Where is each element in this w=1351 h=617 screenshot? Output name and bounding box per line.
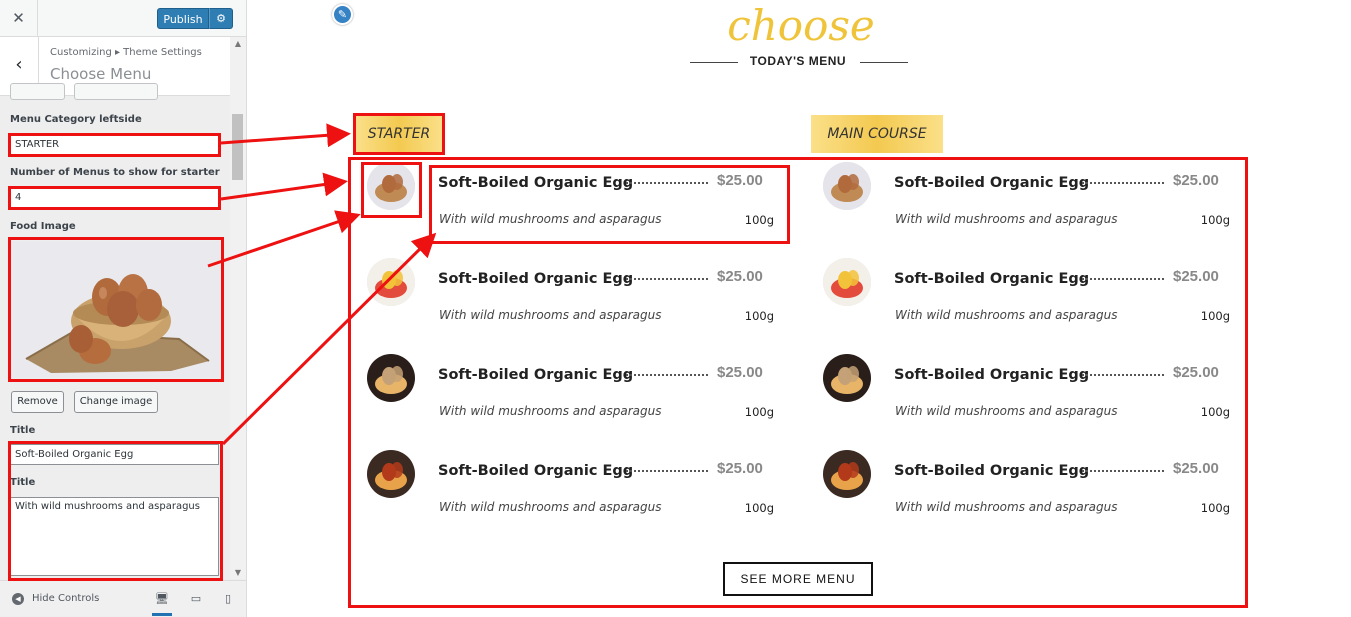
food-description: With wild mushrooms and asparagus <box>895 500 1118 514</box>
customizer-topbar: ✕ Publish ⚙ <box>0 0 246 37</box>
food-description: With wild mushrooms and asparagus <box>895 308 1118 322</box>
tablet-icon[interactable]: ▭ <box>186 592 206 605</box>
food-title: Soft-Boiled Organic Egg <box>894 463 1090 479</box>
scroll-down-icon[interactable]: ▼ <box>230 568 246 577</box>
food-weight: 100g <box>1200 213 1230 227</box>
food-weight: 100g <box>744 405 774 419</box>
category-tab-starter[interactable]: STARTER <box>356 115 442 153</box>
heading-divider-left <box>690 62 738 63</box>
category-tab-main-course[interactable]: MAIN COURSE <box>811 115 943 153</box>
food-thumbnail <box>367 450 415 498</box>
gear-icon[interactable]: ⚙ <box>209 8 233 29</box>
todays-menu-subheading: TODAY'S MENU <box>749 54 847 68</box>
desktop-icon[interactable]: 🖥 <box>152 592 172 616</box>
food-thumbnail <box>823 354 871 402</box>
price-leader-dots <box>626 374 708 376</box>
food-description: With wild mushrooms and asparagus <box>895 212 1118 226</box>
food-thumbnail <box>367 258 415 306</box>
customizer-sidebar: ✕ Publish ⚙ ‹ Customizing ▸ Theme Settin… <box>0 0 247 617</box>
food-price: $25.00 <box>717 268 763 285</box>
food-title: Soft-Boiled Organic Egg <box>438 271 634 287</box>
food-price: $25.00 <box>717 172 763 189</box>
food-title: Soft-Boiled Organic Egg <box>894 367 1090 383</box>
food-image-label: Food Image <box>10 221 76 232</box>
food-title: Soft-Boiled Organic Egg <box>894 175 1090 191</box>
food-price: $25.00 <box>717 364 763 381</box>
partial-button[interactable] <box>10 83 65 100</box>
see-more-menu-button[interactable]: SEE MORE MENU <box>723 562 873 596</box>
price-leader-dots <box>626 470 708 472</box>
food-description: With wild mushrooms and asparagus <box>439 500 662 514</box>
title-label: Title <box>10 425 36 436</box>
mobile-icon[interactable]: ▯ <box>218 592 238 605</box>
food-thumbnail <box>823 162 871 210</box>
sidebar-scrollbar[interactable]: ▲ ▼ <box>230 37 246 579</box>
price-leader-dots <box>1082 278 1164 280</box>
scroll-up-icon[interactable]: ▲ <box>230 39 246 48</box>
food-thumbnail <box>823 450 871 498</box>
change-image-button[interactable]: Change image <box>74 391 158 413</box>
hide-controls-button[interactable]: Hide Controls <box>32 593 99 604</box>
food-description: With wild mushrooms and asparagus <box>895 404 1118 418</box>
food-price: $25.00 <box>1173 364 1219 381</box>
num-menus-input[interactable]: 4 <box>10 188 219 208</box>
food-title: Soft-Boiled Organic Egg <box>438 463 634 479</box>
price-leader-dots <box>1082 470 1164 472</box>
egg-bowl-illustration <box>11 241 220 378</box>
hide-controls-icon[interactable]: ◀ <box>12 593 24 605</box>
food-weight: 100g <box>744 213 774 227</box>
food-weight: 100g <box>1200 405 1230 419</box>
menu-category-input[interactable]: STARTER <box>10 135 219 155</box>
menu-category-label: Menu Category leftside <box>10 114 142 125</box>
food-description: With wild mushrooms and asparagus <box>439 404 662 418</box>
food-price: $25.00 <box>1173 460 1219 477</box>
food-thumbnail <box>367 162 415 210</box>
close-icon[interactable]: ✕ <box>0 0 38 36</box>
food-price: $25.00 <box>717 460 763 477</box>
price-leader-dots <box>626 182 708 184</box>
section-title: Choose Menu <box>50 65 152 83</box>
customizer-footer: ◀ Hide Controls 🖥 ▭ ▯ <box>0 580 246 617</box>
price-leader-dots <box>1082 182 1164 184</box>
partial-button[interactable] <box>74 83 158 100</box>
breadcrumb: Customizing ▸ Theme Settings <box>50 47 202 58</box>
food-weight: 100g <box>744 309 774 323</box>
food-price: $25.00 <box>1173 172 1219 189</box>
description-textarea[interactable]: With wild mushrooms and asparagus <box>10 497 219 576</box>
food-thumbnail <box>823 258 871 306</box>
food-thumbnail <box>367 354 415 402</box>
food-title: Soft-Boiled Organic Egg <box>438 175 634 191</box>
food-description: With wild mushrooms and asparagus <box>439 212 662 226</box>
food-weight: 100g <box>1200 501 1230 515</box>
edit-pencil-icon[interactable]: ✎ <box>332 4 353 25</box>
food-title: Soft-Boiled Organic Egg <box>894 271 1090 287</box>
food-image-preview[interactable] <box>11 241 220 378</box>
menu-section-heading: choose <box>727 1 875 50</box>
num-menus-label: Number of Menus to show for starter <box>10 167 220 178</box>
remove-image-button[interactable]: Remove <box>11 391 64 413</box>
publish-button[interactable]: Publish <box>157 8 209 29</box>
scroll-thumb[interactable] <box>232 114 243 180</box>
price-leader-dots <box>626 278 708 280</box>
food-price: $25.00 <box>1173 268 1219 285</box>
food-description: With wild mushrooms and asparagus <box>439 308 662 322</box>
price-leader-dots <box>1082 374 1164 376</box>
food-title: Soft-Boiled Organic Egg <box>438 367 634 383</box>
food-weight: 100g <box>744 501 774 515</box>
heading-divider-right <box>860 62 908 63</box>
title-input[interactable]: Soft-Boiled Organic Egg <box>10 444 219 465</box>
food-weight: 100g <box>1200 309 1230 323</box>
description-label: Title <box>10 477 36 488</box>
